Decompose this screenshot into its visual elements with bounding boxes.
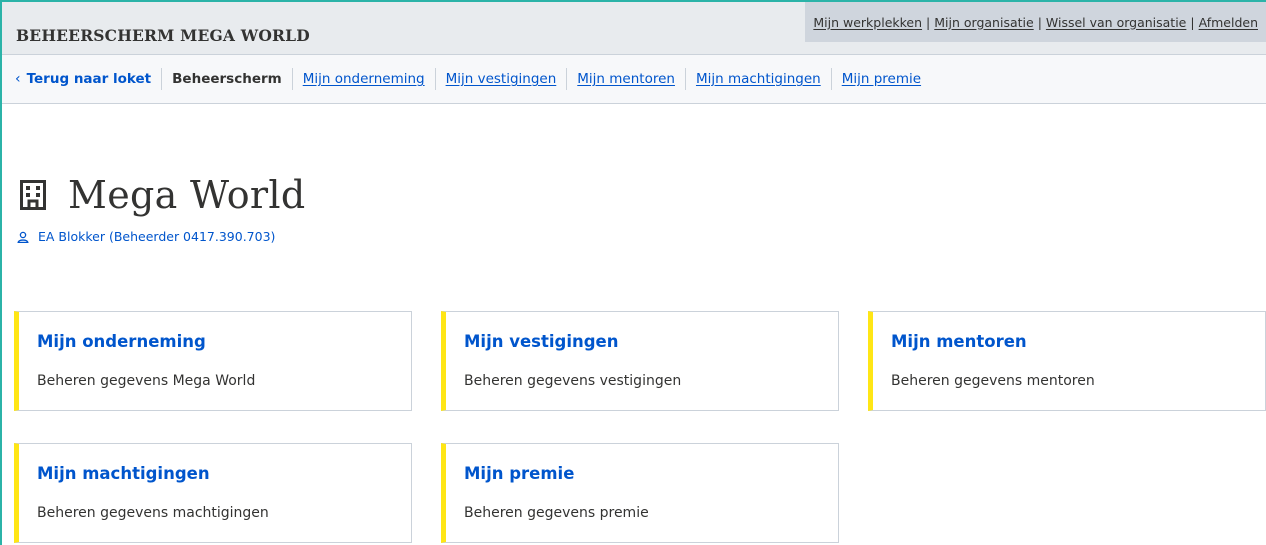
card-mijn-onderneming[interactable]: Mijn onderneming Beheren gegevens Mega W… xyxy=(14,311,412,411)
user-link[interactable]: EA Blokker (Beheerder 0417.390.703) xyxy=(17,229,275,244)
separator: | xyxy=(1190,14,1195,30)
secondary-nav: ‹ Terug naar loket Beheerscherm Mijn ond… xyxy=(2,55,1266,104)
nav-link-mijn-premie[interactable]: Mijn premie xyxy=(830,68,931,90)
user-label: EA Blokker (Beheerder 0417.390.703) xyxy=(38,229,276,244)
user-icon xyxy=(17,231,29,243)
card-description: Beheren gegevens vestigingen xyxy=(464,373,682,389)
card-mijn-premie[interactable]: Mijn premie Beheren gegevens premie xyxy=(441,443,839,543)
link-mijn-werkplekken[interactable]: Mijn werkplekken xyxy=(813,15,922,30)
chevron-left-icon: ‹ xyxy=(15,71,21,87)
nav-link-mijn-mentoren[interactable]: Mijn mentoren xyxy=(566,68,685,90)
card-mijn-vestigingen[interactable]: Mijn vestigingen Beheren gegevens vestig… xyxy=(441,311,839,411)
separator: | xyxy=(926,14,931,30)
header-bar: BEHEERSCHERM MEGA WORLD Mijn werkplekken… xyxy=(2,2,1266,55)
card-description: Beheren gegevens machtigingen xyxy=(37,505,269,521)
back-link-label: Terug naar loket xyxy=(26,71,152,87)
org-name: Mega World xyxy=(68,173,306,217)
org-heading: Mega World xyxy=(20,172,305,218)
site-title: BEHEERSCHERM MEGA WORLD xyxy=(16,26,310,45)
back-to-loket-link[interactable]: ‹ Terug naar loket xyxy=(15,68,161,90)
card-title[interactable]: Mijn mentoren xyxy=(891,332,1027,351)
card-description: Beheren gegevens mentoren xyxy=(891,373,1095,389)
link-wissel-van-organisatie[interactable]: Wissel van organisatie xyxy=(1046,15,1186,30)
card-mijn-mentoren[interactable]: Mijn mentoren Beheren gegevens mentoren xyxy=(868,311,1266,411)
nav-item-beheerscherm: Beheerscherm xyxy=(161,68,292,90)
card-description: Beheren gegevens premie xyxy=(464,505,649,521)
nav-link-mijn-vestigingen[interactable]: Mijn vestigingen xyxy=(434,68,567,90)
link-afmelden[interactable]: Afmelden xyxy=(1199,15,1258,30)
profile-links: Mijn werkplekken | Mijn organisatie | Wi… xyxy=(805,2,1266,42)
nav-link-mijn-onderneming[interactable]: Mijn onderneming xyxy=(291,68,435,90)
link-mijn-organisatie[interactable]: Mijn organisatie xyxy=(934,15,1033,30)
nav-link-mijn-machtigingen[interactable]: Mijn machtigingen xyxy=(684,68,831,90)
card-mijn-machtigingen[interactable]: Mijn machtigingen Beheren gegevens macht… xyxy=(14,443,412,543)
separator: | xyxy=(1037,14,1042,30)
card-title[interactable]: Mijn onderneming xyxy=(37,332,206,351)
building-icon xyxy=(20,180,46,210)
card-title[interactable]: Mijn vestigingen xyxy=(464,332,619,351)
card-title[interactable]: Mijn machtigingen xyxy=(37,464,210,483)
card-description: Beheren gegevens Mega World xyxy=(37,373,256,389)
card-title[interactable]: Mijn premie xyxy=(464,464,574,483)
